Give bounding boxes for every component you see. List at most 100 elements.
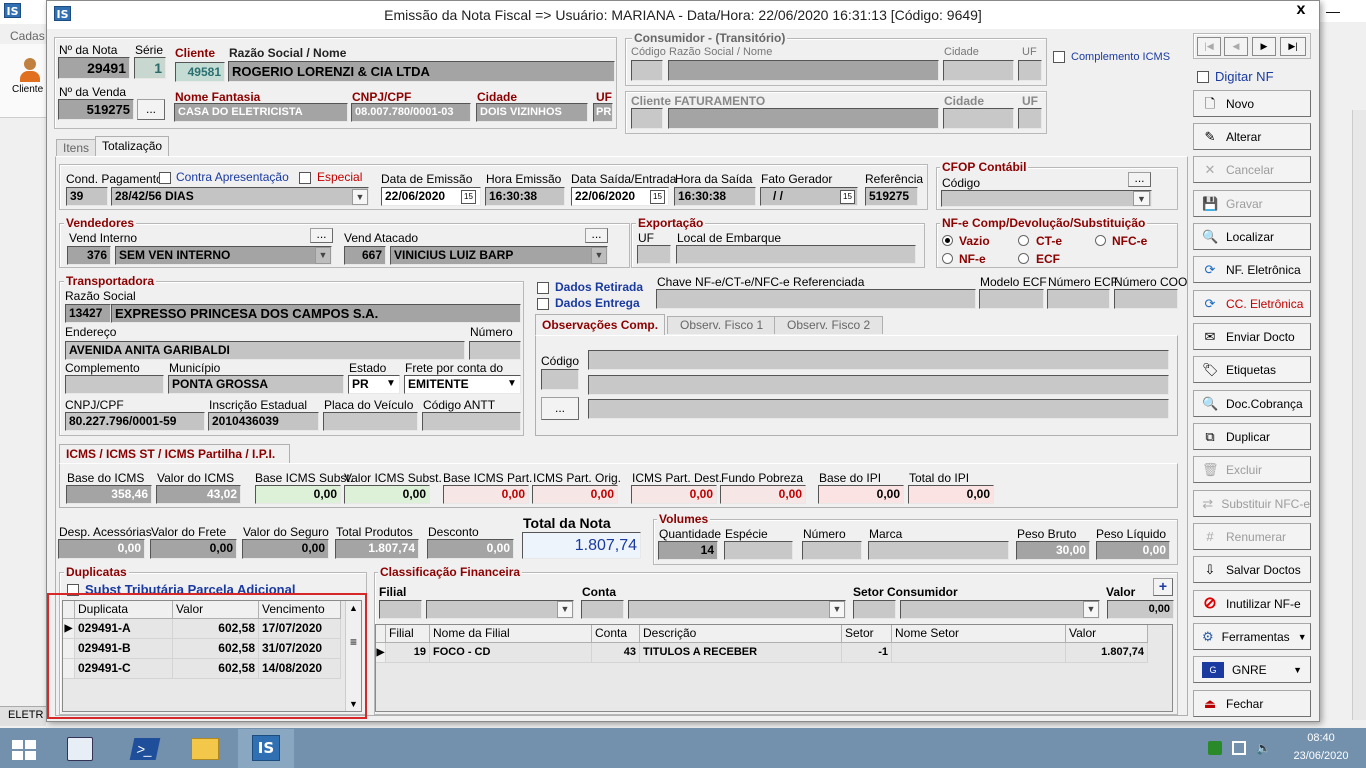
dados-retirada-checkbox[interactable]	[537, 282, 549, 294]
radio-vazio[interactable]	[942, 235, 953, 246]
cfop-select[interactable]	[941, 190, 1152, 207]
table-row[interactable]: ▶ 19 FOCO - CD 43 TITULOS A RECEBER -1 1…	[376, 643, 1172, 663]
chevron-down-icon[interactable]: ▼	[829, 601, 845, 618]
radio-vazio-label[interactable]: Vazio	[959, 234, 990, 248]
vend-atacado-select[interactable]: VINICIUS LUIZ BARP	[390, 246, 608, 265]
taskbar-date[interactable]: 23/06/2020	[1284, 750, 1358, 762]
marca-field[interactable]	[868, 541, 1009, 560]
next-record-button[interactable]: ▶	[1252, 37, 1276, 56]
conta-select[interactable]	[628, 600, 846, 619]
localizar-button[interactable]: 🔍 Localizar	[1193, 223, 1311, 250]
faturamento-cidade-field[interactable]	[943, 108, 1014, 129]
transp-endereco-field[interactable]: AVENIDA ANITA GARIBALDI	[65, 341, 465, 360]
calendar-icon[interactable]: 15	[461, 190, 476, 204]
digitar-nf-label[interactable]: Digitar NF	[1215, 69, 1274, 84]
active-app-taskbar-button[interactable]: IS	[238, 729, 294, 768]
header-setor[interactable]: Setor	[842, 625, 892, 643]
header-valor[interactable]: Valor	[1066, 625, 1148, 643]
transp-placa-field[interactable]	[323, 412, 418, 431]
renumerar-button[interactable]: # Renumerar	[1193, 523, 1311, 550]
faturamento-razao-field[interactable]	[668, 108, 939, 129]
numero-coo-field[interactable]	[1114, 289, 1178, 309]
complemento-icms-label[interactable]: Complemento ICMS	[1071, 51, 1170, 63]
valor-frete-field[interactable]: 0,00	[150, 539, 237, 559]
header-nome-setor[interactable]: Nome Setor	[892, 625, 1066, 643]
cidade-field[interactable]: DOIS VIZINHOS	[476, 103, 588, 122]
faturamento-uf-field[interactable]	[1018, 108, 1042, 129]
header-nome-filial[interactable]: Nome da Filial	[430, 625, 592, 643]
descricao-cell[interactable]: TITULOS A RECEBER	[640, 643, 842, 663]
salvar-doctos-button[interactable]: ⇩ Salvar Doctos	[1193, 556, 1311, 583]
nf-eletr-nica-button[interactable]: ⟳ NF. Eletrônica	[1193, 256, 1311, 283]
chevron-down-icon[interactable]: ▼	[1083, 601, 1099, 618]
volume-muted-icon[interactable]: 🔈	[1256, 741, 1271, 755]
total-nota-field[interactable]: 1.807,74	[522, 532, 641, 559]
consumidor-razao-field[interactable]	[668, 60, 939, 81]
transp-codigo-field[interactable]: 13427	[65, 304, 111, 323]
quantidade-field[interactable]: 14	[658, 541, 718, 560]
desconto-field[interactable]: 0,00	[427, 539, 514, 559]
razao-social-field[interactable]: ROGERIO LORENZI & CIA LTDA	[228, 61, 615, 82]
background-cliente-label[interactable]: Cliente	[12, 84, 43, 95]
base-ipi-field[interactable]: 0,00	[818, 485, 904, 504]
setor-select[interactable]	[900, 600, 1100, 619]
gravar-button[interactable]: 💾 Gravar	[1193, 190, 1311, 217]
vend-interno-select[interactable]: SEM VEN INTERNO	[115, 246, 332, 265]
fantasia-field[interactable]: CASA DO ELETRICISTA	[174, 103, 348, 122]
substituir-nfc-e-button[interactable]: ⇄ Substituir NFC-e	[1193, 490, 1311, 517]
contra-apresentacao-checkbox[interactable]	[159, 172, 171, 184]
cfop-search-button[interactable]: ...	[1128, 172, 1151, 187]
numero-ecf-field[interactable]	[1047, 289, 1110, 309]
chevron-down-icon[interactable]: ▼	[352, 189, 368, 205]
especial-checkbox[interactable]	[299, 172, 311, 184]
conta-field[interactable]	[581, 600, 624, 619]
chevron-down-icon[interactable]: ▼	[315, 247, 331, 264]
tab-totalizacao[interactable]: Totalização	[95, 136, 170, 157]
export-uf-field[interactable]	[637, 245, 671, 264]
uf-field[interactable]: PR	[593, 103, 613, 122]
serie-field[interactable]: 1	[134, 57, 166, 79]
alterar-button[interactable]: ✎ Alterar	[1193, 123, 1311, 150]
chevron-down-icon[interactable]: ▼	[1133, 191, 1150, 206]
base-part-field[interactable]: 0,00	[443, 485, 529, 504]
chave-field[interactable]	[656, 289, 976, 309]
numero-volume-field[interactable]	[802, 541, 862, 560]
hora-saida-field[interactable]: 16:30:38	[674, 187, 756, 206]
modelo-ecf-field[interactable]	[979, 289, 1044, 309]
icms-orig-field[interactable]: 0,00	[532, 485, 618, 504]
fechar-button[interactable]: ⏏ Fechar	[1193, 690, 1311, 717]
ferramentas-button[interactable]: ⚙ Ferramentas ▼	[1193, 623, 1311, 650]
local-embarque-field[interactable]	[676, 245, 916, 264]
nome-filial-cell[interactable]: FOCO - CD	[430, 643, 592, 663]
contra-apresentacao-label[interactable]: Contra Apresentação	[176, 170, 289, 184]
transp-numero-field[interactable]	[469, 341, 521, 360]
chevron-down-icon[interactable]: ▼	[383, 376, 399, 393]
sync-tray-icon[interactable]	[1208, 741, 1222, 755]
transp-razao-field[interactable]: EXPRESSO PRINCESA DOS CAMPOS S.A.	[111, 304, 521, 323]
valor-icms-field[interactable]: 43,02	[156, 485, 241, 504]
cliente-code-field[interactable]: 49581	[175, 62, 225, 82]
hora-emissao-field[interactable]: 16:30:38	[485, 187, 565, 206]
background-scrollbar[interactable]	[1352, 110, 1366, 720]
dados-entrega-checkbox[interactable]	[537, 298, 549, 310]
enviar-docto-button[interactable]: ✉ Enviar Docto	[1193, 323, 1311, 350]
especial-label[interactable]: Especial	[317, 170, 362, 184]
classificacao-table[interactable]: Filial Nome da Filial Conta Descrição Se…	[375, 624, 1173, 712]
taskbar-time[interactable]: 08:40	[1290, 732, 1352, 744]
vend-interno-search-button[interactable]: ...	[310, 228, 333, 243]
cancelar-button[interactable]: ✕ Cancelar	[1193, 156, 1311, 183]
consumidor-codigo-field[interactable]	[631, 60, 663, 81]
radio-nfe-label[interactable]: NF-e	[959, 252, 986, 266]
radio-nfe[interactable]	[942, 253, 953, 264]
vend-atacado-code[interactable]: 667	[344, 246, 386, 265]
total-ipi-field[interactable]: 0,00	[908, 485, 994, 504]
consumidor-cidade-field[interactable]	[943, 60, 1014, 81]
cc-eletr-nica-button[interactable]: ⟳ CC. Eletrônica	[1193, 290, 1311, 317]
obs-codigo-field[interactable]	[541, 369, 579, 390]
vend-interno-code[interactable]: 376	[67, 246, 111, 265]
cond-desc-select[interactable]: 28/42/56 DIAS	[111, 187, 369, 206]
filial-select[interactable]	[426, 600, 574, 619]
setor-cell[interactable]: -1	[842, 643, 892, 663]
calendar-icon[interactable]: 15	[650, 190, 665, 204]
icms-dest-field[interactable]: 0,00	[631, 485, 717, 504]
